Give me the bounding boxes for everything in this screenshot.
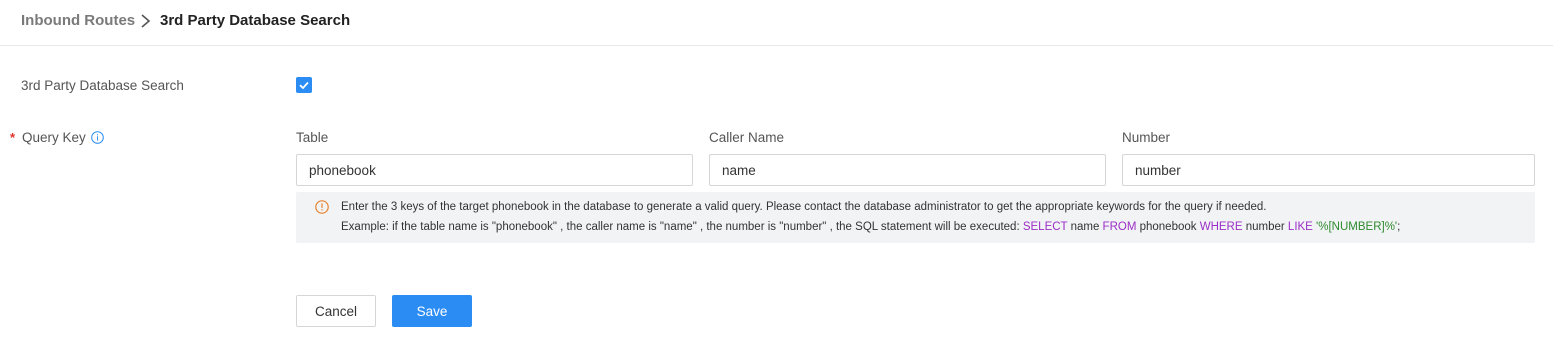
table-input[interactable] [296, 154, 693, 186]
caller-name-column-label: Caller Name [709, 130, 785, 145]
sql-table-name: phonebook [1136, 221, 1200, 233]
sql-number-field: number [1242, 221, 1288, 233]
page-title: 3rd Party Database Search [160, 12, 351, 29]
hint-example-text: Example: if the table name is "phonebook… [341, 221, 1023, 233]
cancel-button[interactable]: Cancel [296, 295, 376, 327]
database-search-label: 3rd Party Database Search [21, 78, 184, 93]
info-circle-icon[interactable] [91, 131, 104, 144]
number-column-label: Number [1122, 130, 1171, 145]
checkmark-icon [299, 81, 309, 90]
caller-name-input[interactable] [709, 154, 1106, 186]
page-header: Inbound Routes 3rd Party Database Search [0, 0, 1553, 46]
exclamation-circle-icon [315, 200, 329, 214]
table-column-label: Table [296, 130, 329, 145]
sql-field-name: name [1067, 221, 1103, 233]
query-hint-box: Enter the 3 keys of the target phonebook… [296, 192, 1535, 243]
chevron-right-icon [141, 14, 151, 28]
sql-pattern-string: '%[NUMBER]%' [1312, 221, 1398, 233]
sql-keyword-select: SELECT [1022, 221, 1068, 233]
sql-keyword-where: WHERE [1199, 221, 1243, 233]
database-search-checkbox[interactable] [296, 77, 312, 93]
number-input[interactable] [1122, 154, 1535, 186]
hint-text-line-2: Example: if the table name is "phonebook… [341, 221, 1400, 233]
breadcrumb-inbound-routes-link[interactable]: Inbound Routes [21, 12, 135, 29]
sql-keyword-like: LIKE [1287, 221, 1313, 233]
sql-keyword-from: FROM [1102, 221, 1137, 233]
save-button[interactable]: Save [392, 295, 472, 327]
required-marker: * [10, 130, 16, 145]
query-key-label: Query Key [22, 130, 86, 145]
sql-terminator: ; [1397, 221, 1401, 233]
hint-text-line-1: Enter the 3 keys of the target phonebook… [341, 201, 1267, 213]
